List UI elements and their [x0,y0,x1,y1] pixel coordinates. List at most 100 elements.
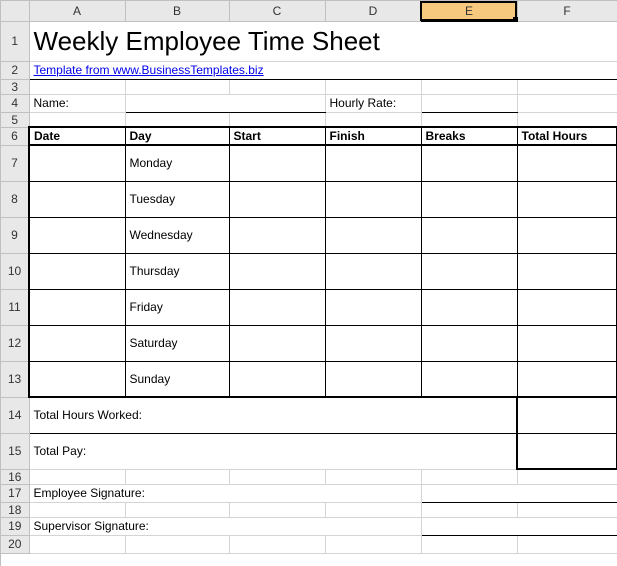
col-header-B[interactable]: B [125,1,229,21]
row-header-6[interactable]: 6 [1,127,29,145]
date-5[interactable] [29,325,125,361]
cell-E18[interactable] [421,502,517,517]
cell-A20[interactable] [29,535,125,553]
row-header-20[interactable]: 20 [1,535,29,553]
row-header-16[interactable]: 16 [1,469,29,484]
total-3[interactable] [517,253,617,289]
cell-A5[interactable] [29,112,125,127]
finish-0[interactable] [325,145,421,181]
start-3[interactable] [229,253,325,289]
day-2[interactable]: Wednesday [125,217,229,253]
cell-F3[interactable] [517,79,617,94]
date-2[interactable] [29,217,125,253]
start-1[interactable] [229,181,325,217]
date-0[interactable] [29,145,125,181]
breaks-5[interactable] [421,325,517,361]
start-4[interactable] [229,289,325,325]
cell-B16[interactable] [125,469,229,484]
total-5[interactable] [517,325,617,361]
col-header-E[interactable]: E [421,1,517,21]
row-header-12[interactable]: 12 [1,325,29,361]
cell-A18[interactable] [29,502,125,517]
date-4[interactable] [29,289,125,325]
row-header-14[interactable]: 14 [1,397,29,433]
cell-C16[interactable] [229,469,325,484]
cell-A16[interactable] [29,469,125,484]
start-2[interactable] [229,217,325,253]
supervisor-signature-input[interactable] [421,517,617,535]
cell-D16[interactable] [325,469,421,484]
day-4[interactable]: Friday [125,289,229,325]
row-header-1[interactable]: 1 [1,21,29,61]
col-header-F[interactable]: F [517,1,617,21]
finish-1[interactable] [325,181,421,217]
cell-C20[interactable] [229,535,325,553]
col-header-D[interactable]: D [325,1,421,21]
cell-C5[interactable] [229,112,325,127]
row-header-3[interactable]: 3 [1,79,29,94]
row-header-9[interactable]: 9 [1,217,29,253]
start-0[interactable] [229,145,325,181]
cell-D3[interactable] [325,79,421,94]
breaks-2[interactable] [421,217,517,253]
cell-E3[interactable] [421,79,517,94]
breaks-3[interactable] [421,253,517,289]
cell-F18[interactable] [517,502,617,517]
cell-F4[interactable] [517,94,617,112]
total-0[interactable] [517,145,617,181]
row-header-4[interactable]: 4 [1,94,29,112]
row-header-7[interactable]: 7 [1,145,29,181]
day-3[interactable]: Thursday [125,253,229,289]
day-1[interactable]: Tuesday [125,181,229,217]
finish-2[interactable] [325,217,421,253]
start-5[interactable] [229,325,325,361]
total-1[interactable] [517,181,617,217]
col-header-C[interactable]: C [229,1,325,21]
date-3[interactable] [29,253,125,289]
day-0[interactable]: Monday [125,145,229,181]
finish-3[interactable] [325,253,421,289]
row-header-8[interactable]: 8 [1,181,29,217]
breaks-4[interactable] [421,289,517,325]
cell-B20[interactable] [125,535,229,553]
cell-D5[interactable] [325,112,421,127]
cell-D18[interactable] [325,502,421,517]
cell-F5[interactable] [517,112,617,127]
cell-C18[interactable] [229,502,325,517]
row-header-15[interactable]: 15 [1,433,29,469]
employee-signature-input[interactable] [421,484,617,502]
template-link[interactable]: Template from www.BusinessTemplates.biz [29,61,617,79]
total-6[interactable] [517,361,617,397]
total-2[interactable] [517,217,617,253]
total-4[interactable] [517,289,617,325]
name-input[interactable] [125,94,325,112]
day-6[interactable]: Sunday [125,361,229,397]
row-header-19[interactable]: 19 [1,517,29,535]
day-5[interactable]: Saturday [125,325,229,361]
breaks-0[interactable] [421,145,517,181]
row-header-18[interactable]: 18 [1,502,29,517]
col-header-A[interactable]: A [29,1,125,21]
row-header-11[interactable]: 11 [1,289,29,325]
cell-B3[interactable] [125,79,229,94]
total-hours-worked-value[interactable] [517,397,617,433]
finish-5[interactable] [325,325,421,361]
total-pay-value[interactable] [517,433,617,469]
finish-4[interactable] [325,289,421,325]
date-6[interactable] [29,361,125,397]
breaks-6[interactable] [421,361,517,397]
cell-D20[interactable] [325,535,421,553]
cell-F16[interactable] [517,469,617,484]
cell-F20[interactable] [517,535,617,553]
finish-6[interactable] [325,361,421,397]
cell-B5[interactable] [125,112,229,127]
cell-B18[interactable] [125,502,229,517]
cell-C3[interactable] [229,79,325,94]
breaks-1[interactable] [421,181,517,217]
row-header-13[interactable]: 13 [1,361,29,397]
start-6[interactable] [229,361,325,397]
cell-E16[interactable] [421,469,517,484]
date-1[interactable] [29,181,125,217]
title-cell[interactable]: Weekly Employee Time Sheet [29,21,617,61]
row-header-2[interactable]: 2 [1,61,29,79]
